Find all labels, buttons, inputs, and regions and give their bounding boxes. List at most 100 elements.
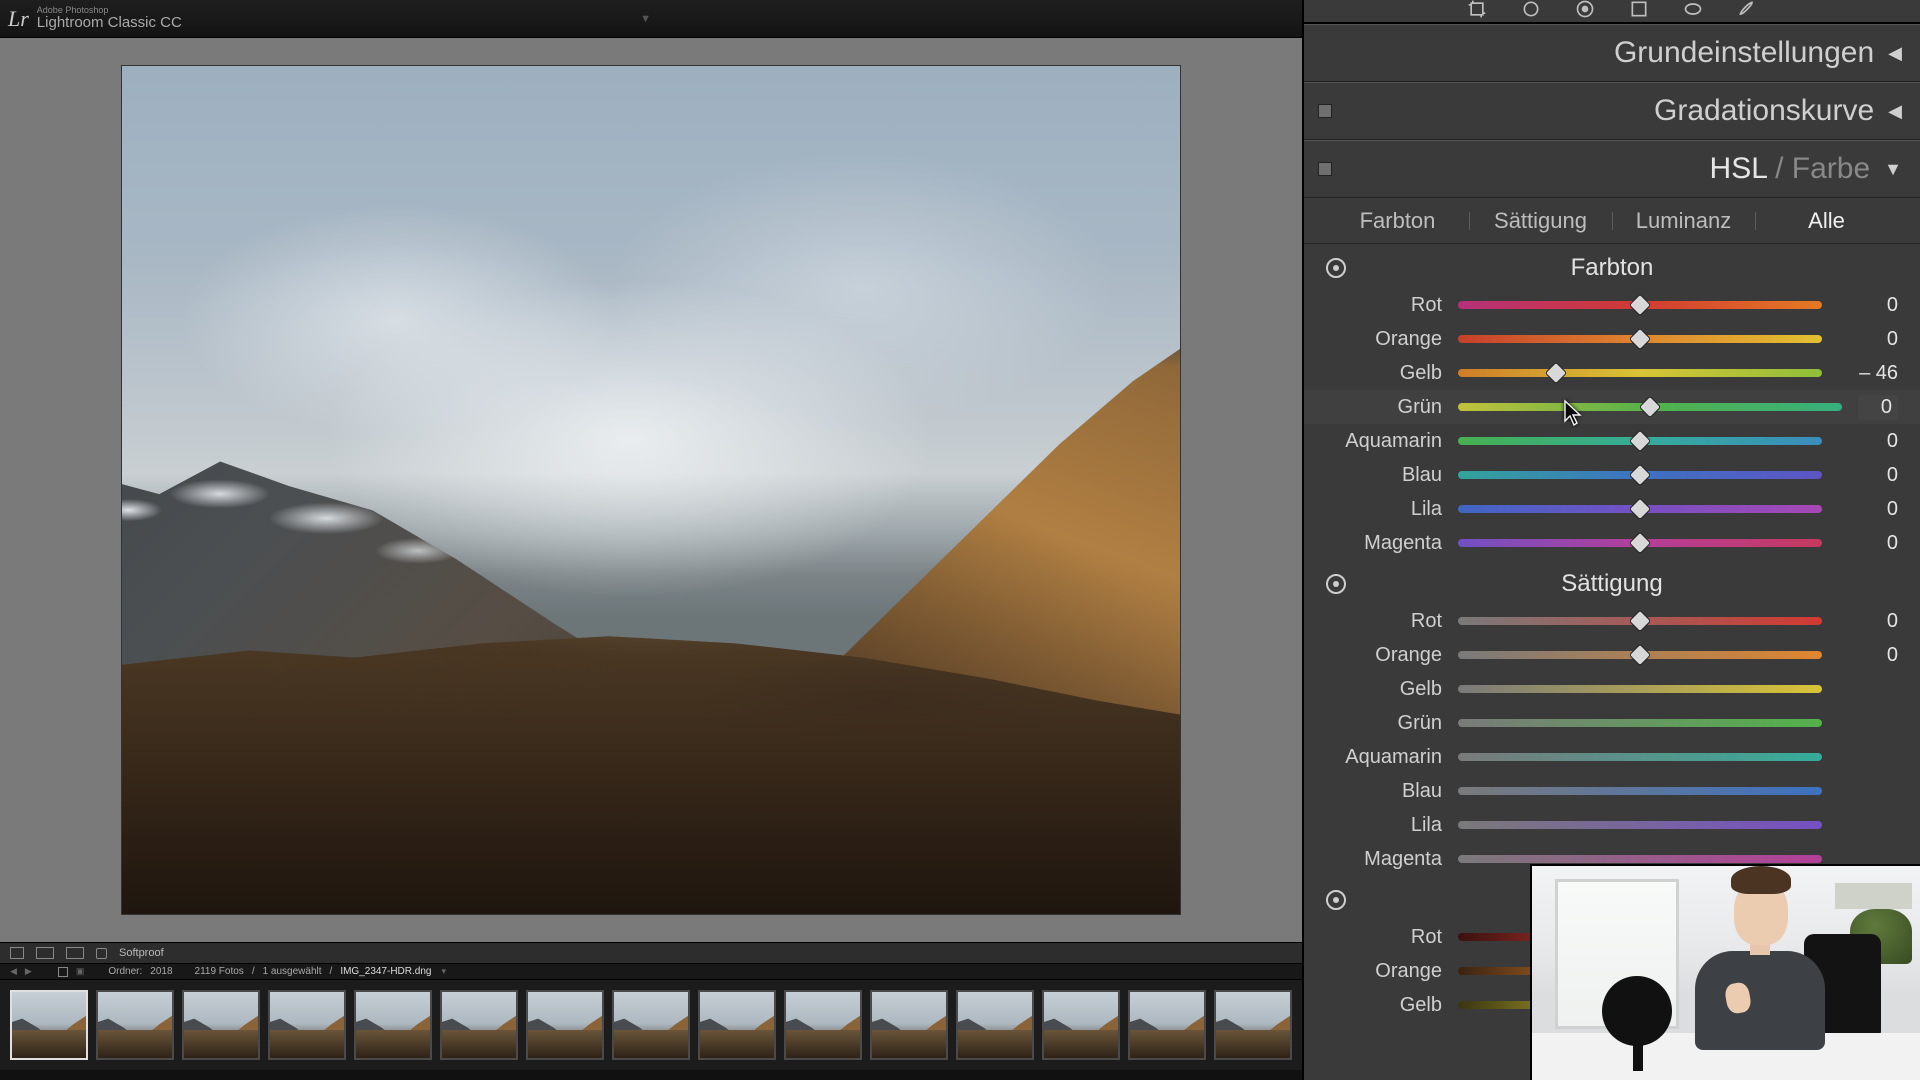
slider-value-hue-gelb[interactable]: – 46	[1838, 362, 1898, 385]
targeted-adjust-sat-icon[interactable]	[1326, 574, 1346, 594]
slider-sat-rot: Rot0	[1304, 604, 1920, 638]
slider-thumb[interactable]	[1629, 430, 1652, 453]
panel-hsl-switch[interactable]	[1318, 162, 1332, 176]
filmstrip-thumb[interactable]	[440, 990, 518, 1060]
slider-track-sat-blau[interactable]	[1458, 787, 1822, 795]
slider-hue-magenta: Magenta0	[1304, 526, 1920, 560]
panel-basic-header[interactable]: Grundeinstellungen ◀	[1304, 24, 1920, 82]
path-folder-label: Ordner:	[108, 966, 142, 977]
grid-icon[interactable]	[58, 967, 68, 977]
slider-thumb[interactable]	[1629, 328, 1652, 351]
view-mode-survey-icon[interactable]	[66, 947, 84, 959]
slider-thumb[interactable]	[1629, 532, 1652, 555]
slider-value-hue-rot[interactable]: 0	[1838, 294, 1898, 317]
slider-track-sat-aqua[interactable]	[1458, 753, 1822, 761]
slider-track-sat-gruen[interactable]	[1458, 719, 1822, 727]
slider-value-sat-orange[interactable]: 0	[1838, 644, 1898, 667]
filmstrip-thumb[interactable]	[956, 990, 1034, 1060]
filmstrip-thumb[interactable]	[182, 990, 260, 1060]
slider-track-hue-orange[interactable]	[1458, 335, 1822, 343]
slider-value-hue-blau[interactable]: 0	[1838, 464, 1898, 487]
filmstrip-thumb[interactable]	[698, 990, 776, 1060]
filmstrip-thumb[interactable]	[1042, 990, 1120, 1060]
slider-track-hue-lila[interactable]	[1458, 505, 1822, 513]
view-mode-single-icon[interactable]	[10, 947, 24, 959]
titlebar-collapse-icon[interactable]: ▼	[640, 13, 651, 25]
targeted-adjust-hue-icon[interactable]	[1326, 258, 1346, 278]
filmstrip-thumb[interactable]	[784, 990, 862, 1060]
slider-thumb[interactable]	[1629, 610, 1652, 633]
slider-track-hue-rot[interactable]	[1458, 301, 1822, 309]
app-name: Lightroom Classic CC	[37, 15, 182, 32]
slider-hue-aqua: Aquamarin0	[1304, 424, 1920, 458]
panel-hsl-header[interactable]: HSL / Farbe ▼	[1304, 140, 1920, 198]
slider-track-sat-rot[interactable]	[1458, 617, 1822, 625]
softproof-checkbox[interactable]	[96, 948, 107, 959]
slider-track-hue-gruen[interactable]	[1458, 403, 1842, 411]
slider-value-hue-magenta[interactable]: 0	[1838, 532, 1898, 555]
slider-sat-aqua: Aquamarin	[1304, 740, 1920, 774]
crop-tool-icon[interactable]	[1464, 0, 1490, 19]
slider-track-hue-magenta[interactable]	[1458, 539, 1822, 547]
spot-tool-icon[interactable]	[1518, 0, 1544, 19]
redeye-tool-icon[interactable]	[1572, 0, 1598, 19]
filmstrip-thumb[interactable]	[354, 990, 432, 1060]
slider-track-hue-gelb[interactable]	[1458, 369, 1822, 377]
slider-label-rot: Rot	[1332, 294, 1442, 317]
tab-luminance[interactable]: Luminanz	[1612, 202, 1755, 240]
mouse-cursor-icon	[1562, 399, 1584, 427]
slider-thumb[interactable]	[1639, 396, 1662, 419]
panel-basic-title: Grundeinstellungen	[1614, 36, 1874, 70]
secondary-display-icon[interactable]: ▣	[76, 966, 85, 977]
slider-track-sat-gelb[interactable]	[1458, 685, 1822, 693]
slider-thumb[interactable]	[1629, 644, 1652, 667]
slider-thumb[interactable]	[1629, 464, 1652, 487]
tab-all[interactable]: Alle	[1755, 202, 1898, 240]
brush-tool-icon[interactable]	[1734, 0, 1760, 19]
hsl-tabs: Farbton Sättigung Luminanz Alle	[1304, 198, 1920, 244]
filmstrip-thumb[interactable]	[526, 990, 604, 1060]
section-sat: Sättigung	[1304, 560, 1920, 604]
grad-filter-tool-icon[interactable]	[1626, 0, 1652, 19]
nav-back-icon[interactable]: ◀	[10, 966, 17, 977]
slider-value-hue-orange[interactable]: 0	[1838, 328, 1898, 351]
filmstrip-thumb[interactable]	[10, 990, 88, 1060]
path-selected: 1 ausgewählt	[263, 966, 322, 977]
slider-value-hue-lila[interactable]: 0	[1838, 498, 1898, 521]
slider-thumb[interactable]	[1629, 498, 1652, 521]
slider-track-sat-magenta[interactable]	[1458, 855, 1822, 863]
filmstrip[interactable]	[0, 980, 1302, 1070]
panel-tonecurve-switch[interactable]	[1318, 104, 1332, 118]
slider-hue-lila: Lila0	[1304, 492, 1920, 526]
slider-track-hue-blau[interactable]	[1458, 471, 1822, 479]
panel-tonecurve-header[interactable]: Gradationskurve ◀	[1304, 82, 1920, 140]
slider-thumb[interactable]	[1629, 294, 1652, 317]
slider-thumb[interactable]	[1545, 362, 1568, 385]
main-photo[interactable]	[121, 65, 1181, 915]
slider-track-sat-lila[interactable]	[1458, 821, 1822, 829]
targeted-adjust-lum-icon[interactable]	[1326, 890, 1346, 910]
filmstrip-thumb[interactable]	[1214, 990, 1292, 1060]
preview-area[interactable]	[0, 38, 1302, 942]
path-sep2: /	[330, 966, 333, 977]
panel-expand-icon: ▼	[1884, 159, 1902, 180]
radial-filter-tool-icon[interactable]	[1680, 0, 1706, 19]
slider-value-hue-gruen[interactable]: 0	[1858, 395, 1898, 420]
filmstrip-thumb[interactable]	[612, 990, 690, 1060]
panel-collapse-icon: ◀	[1888, 101, 1902, 122]
slider-sat-blau: Blau	[1304, 774, 1920, 808]
filmstrip-thumb[interactable]	[268, 990, 346, 1060]
slider-value-hue-aqua[interactable]: 0	[1838, 430, 1898, 453]
tab-saturation[interactable]: Sättigung	[1469, 202, 1612, 240]
view-mode-compare-icon[interactable]	[36, 947, 54, 959]
filmstrip-thumb[interactable]	[870, 990, 948, 1060]
tab-hue[interactable]: Farbton	[1326, 202, 1469, 240]
slider-track-hue-aqua[interactable]	[1458, 437, 1822, 445]
path-dropdown-icon[interactable]: ▾	[441, 966, 446, 977]
nav-fwd-icon[interactable]: ▶	[25, 966, 32, 977]
slider-value-sat-rot[interactable]: 0	[1838, 610, 1898, 633]
slider-track-sat-orange[interactable]	[1458, 651, 1822, 659]
filmstrip-thumb[interactable]	[96, 990, 174, 1060]
filmstrip-thumb[interactable]	[1128, 990, 1206, 1060]
path-year[interactable]: 2018	[150, 966, 172, 977]
